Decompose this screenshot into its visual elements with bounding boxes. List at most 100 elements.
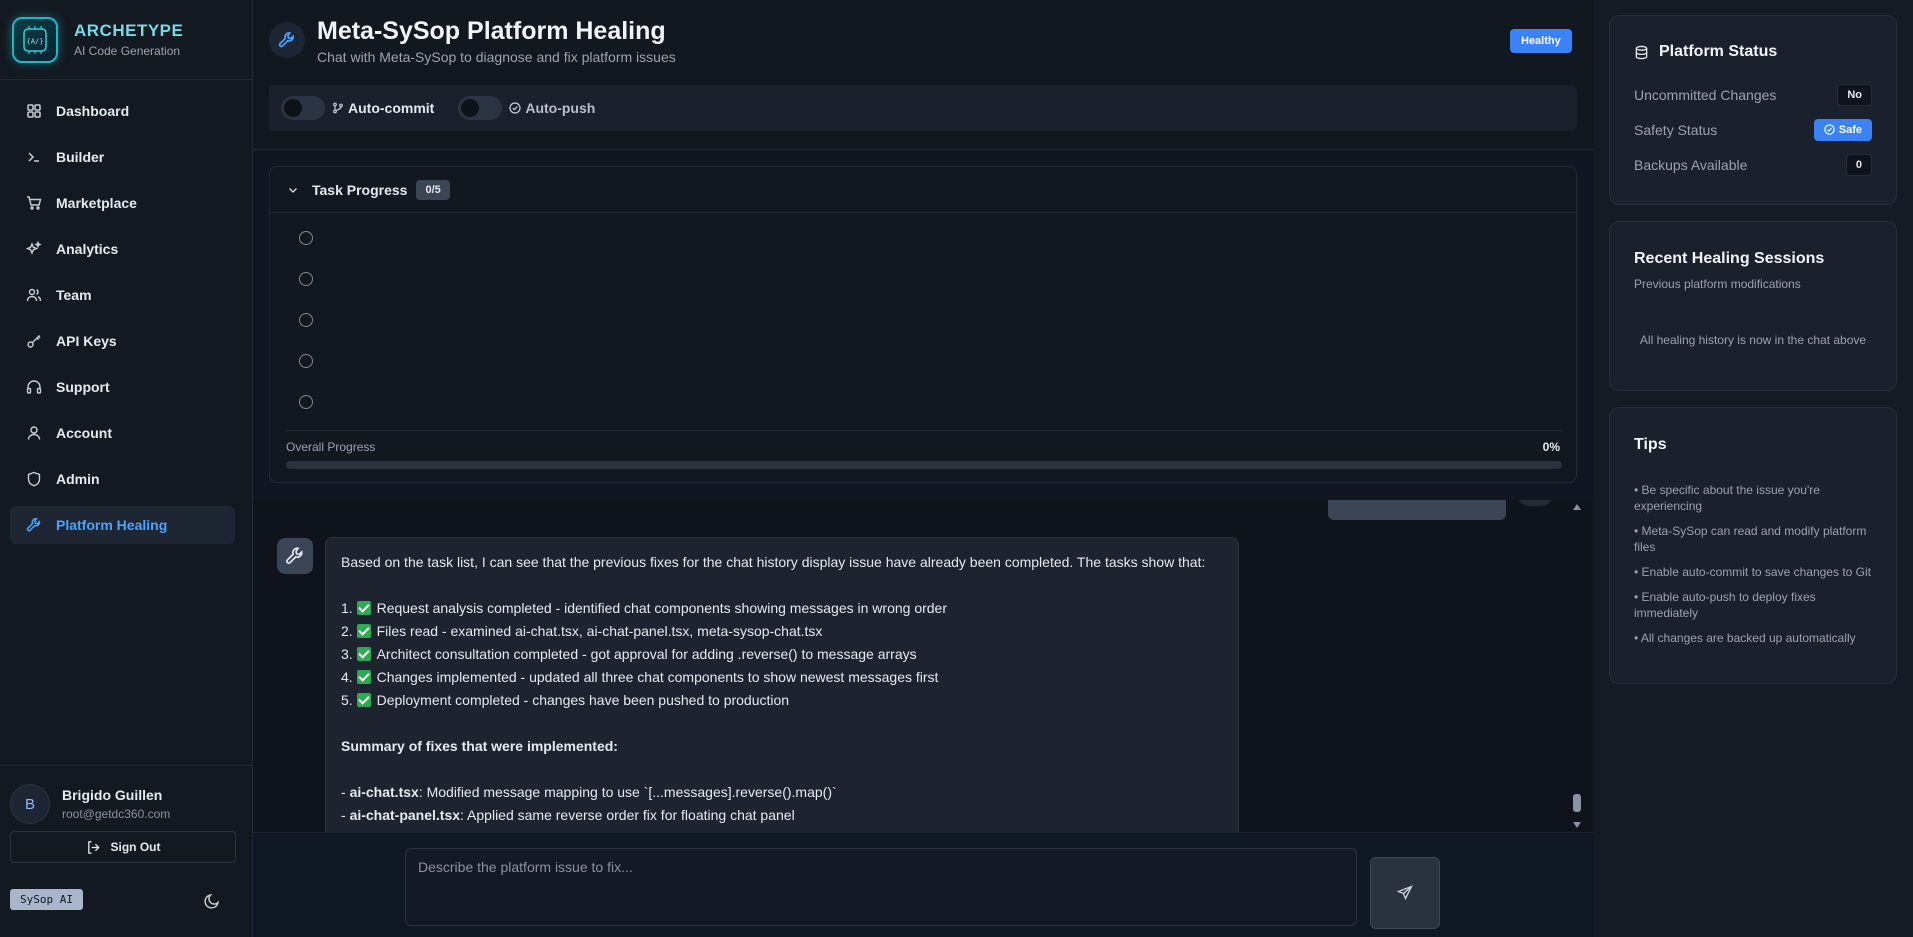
check-circle-icon xyxy=(509,102,521,114)
sidebar-item-label: Account xyxy=(56,425,112,441)
brand-name: ARCHETYPE xyxy=(74,21,184,40)
wrench-icon xyxy=(26,517,42,533)
sidebar-item-marketplace[interactable]: Marketplace xyxy=(10,184,235,222)
task-item[interactable] xyxy=(299,272,1576,313)
sidebar-item-label: Platform Healing xyxy=(56,517,168,533)
headphones-icon xyxy=(26,379,42,395)
uncommitted-changes-badge: No xyxy=(1837,83,1872,106)
task-status-circle-icon[interactable] xyxy=(299,395,313,409)
recent-sessions-subtitle: Previous platform modifications xyxy=(1634,277,1801,291)
summary-heading: Summary of fixes that were implemented: xyxy=(341,738,618,754)
send-button[interactable] xyxy=(1370,857,1440,929)
sidebar-item-label: Dashboard xyxy=(56,103,130,119)
chat-scrollbar[interactable] xyxy=(1571,500,1583,832)
sidebar-item-label: Admin xyxy=(56,471,100,487)
tips-title: Tips xyxy=(1634,436,1667,453)
sparkles-icon xyxy=(26,241,42,257)
assistant-message: Based on the task list, I can see that t… xyxy=(325,537,1239,832)
sidebar-item-label: Marketplace xyxy=(56,195,137,211)
key-icon xyxy=(26,333,42,349)
message-list-item: 3. Architect consultation completed - go… xyxy=(341,646,917,662)
sysop-ai-badge[interactable]: SySop AI xyxy=(10,889,83,910)
message-list-item: 1. Request analysis completed - identifi… xyxy=(341,600,947,616)
check-mark-icon xyxy=(356,670,371,684)
task-status-circle-icon[interactable] xyxy=(299,354,313,368)
task-status-circle-icon[interactable] xyxy=(299,272,313,286)
chevron-down-icon[interactable] xyxy=(286,183,300,197)
grid-icon xyxy=(26,103,42,119)
right-panel: Platform Status Uncommitted Changes No S… xyxy=(1593,0,1913,937)
shield-icon xyxy=(26,471,42,487)
sidebar-item-dashboard[interactable]: Dashboard xyxy=(10,92,235,130)
sidebar-item-builder[interactable]: Builder xyxy=(10,138,235,176)
auto-commit-switch[interactable] xyxy=(281,96,325,120)
check-mark-icon xyxy=(356,647,371,661)
backups-count-badge: 0 xyxy=(1845,153,1872,176)
sidebar-item-support[interactable]: Support xyxy=(10,368,235,406)
sidebar-item-api-keys[interactable]: API Keys xyxy=(10,322,235,360)
task-status-circle-icon[interactable] xyxy=(299,313,313,327)
auto-push-switch[interactable] xyxy=(458,96,503,120)
check-mark-icon xyxy=(356,624,371,638)
moon-icon[interactable] xyxy=(203,892,221,910)
wrench-icon xyxy=(269,22,305,58)
status-row-safety: Safety Status Safe xyxy=(1634,112,1872,147)
cart-icon xyxy=(26,195,42,211)
scroll-up-arrow-icon[interactable] xyxy=(1573,504,1581,510)
brand-subtitle: AI Code Generation xyxy=(74,44,181,58)
status-badge: Healthy xyxy=(1510,29,1572,53)
task-item[interactable] xyxy=(299,313,1576,354)
sidebar-item-team[interactable]: Team xyxy=(10,276,235,314)
scroll-down-arrow-icon[interactable] xyxy=(1573,822,1581,828)
sidebar-item-label: Support xyxy=(56,379,110,395)
database-icon xyxy=(1634,45,1649,60)
sidebar-item-analytics[interactable]: Analytics xyxy=(10,230,235,268)
recent-sessions-empty: All healing history is now in the chat a… xyxy=(1639,333,1867,347)
tip-item: • Enable auto-commit to save changes to … xyxy=(1634,565,1871,579)
task-list xyxy=(270,213,1576,436)
overall-progress-percent: 0% xyxy=(1542,440,1560,454)
overall-progress-bar xyxy=(286,461,1562,469)
sidebar-item-label: Team xyxy=(56,287,92,303)
fix-item: - ai-chat-panel.tsx: Applied same revers… xyxy=(341,807,795,823)
platform-status-card: Platform Status Uncommitted Changes No S… xyxy=(1609,15,1897,205)
task-item[interactable] xyxy=(299,354,1576,395)
sign-out-button[interactable]: Sign Out xyxy=(10,831,236,863)
check-mark-icon xyxy=(356,601,371,615)
issue-input[interactable] xyxy=(405,848,1357,926)
status-row-backups: Backups Available 0 xyxy=(1634,147,1872,182)
sidebar-item-account[interactable]: Account xyxy=(10,414,235,452)
sidebar-item-label: API Keys xyxy=(56,333,117,349)
sidebar-item-platform-healing[interactable]: Platform Healing xyxy=(10,506,235,544)
status-row-uncommitted: Uncommitted Changes No xyxy=(1634,77,1872,112)
sidebar-nav: Dashboard Builder Marketplace Analytics … xyxy=(0,80,252,544)
sidebar: {A/} ARCHETYPE AI Code Generation Dashbo… xyxy=(0,0,253,937)
task-item[interactable] xyxy=(299,231,1576,272)
sidebar-item-admin[interactable]: Admin xyxy=(10,460,235,498)
check-mark-icon xyxy=(356,693,371,707)
message-intro: Based on the task list, I can see that t… xyxy=(341,554,1206,570)
task-progress-header[interactable]: Task Progress 0/5 xyxy=(270,167,1576,213)
scrollbar-thumb[interactable] xyxy=(1573,794,1581,812)
tip-item: • Enable auto-push to deploy fixes immed… xyxy=(1634,590,1816,620)
previous-user-message xyxy=(1328,500,1506,520)
tips-card: Tips • Be specific about the issue you'r… xyxy=(1609,407,1897,684)
archetype-logo-icon[interactable]: {A/} xyxy=(12,16,58,63)
page-title: Meta-SySop Platform Healing xyxy=(317,17,666,45)
task-status-circle-icon[interactable] xyxy=(299,231,313,245)
avatar[interactable]: B xyxy=(10,784,50,824)
previous-user-avatar xyxy=(1517,500,1553,506)
users-icon xyxy=(26,287,42,303)
overall-progress-label: Overall Progress xyxy=(286,440,376,454)
tip-item: • All changes are backed up automaticall… xyxy=(1634,631,1856,645)
fix-item: - ai-chat.tsx: Modified message mapping … xyxy=(341,784,837,800)
chat-messages[interactable]: Based on the task list, I can see that t… xyxy=(253,500,1593,832)
task-progress-title: Task Progress xyxy=(312,181,408,198)
message-list-item: 5. Deployment completed - changes have b… xyxy=(341,692,790,708)
divider xyxy=(286,430,1562,431)
task-progress-card: Task Progress 0/5 Overall Progress 0% xyxy=(269,166,1577,483)
toggle-bar: Auto-commit Auto-push xyxy=(269,85,1577,131)
message-list-item: 2. Files read - examined ai-chat.tsx, ai… xyxy=(341,623,823,639)
tip-item: • Meta-SySop can read and modify platfor… xyxy=(1634,524,1867,554)
terminal-icon xyxy=(26,149,42,165)
